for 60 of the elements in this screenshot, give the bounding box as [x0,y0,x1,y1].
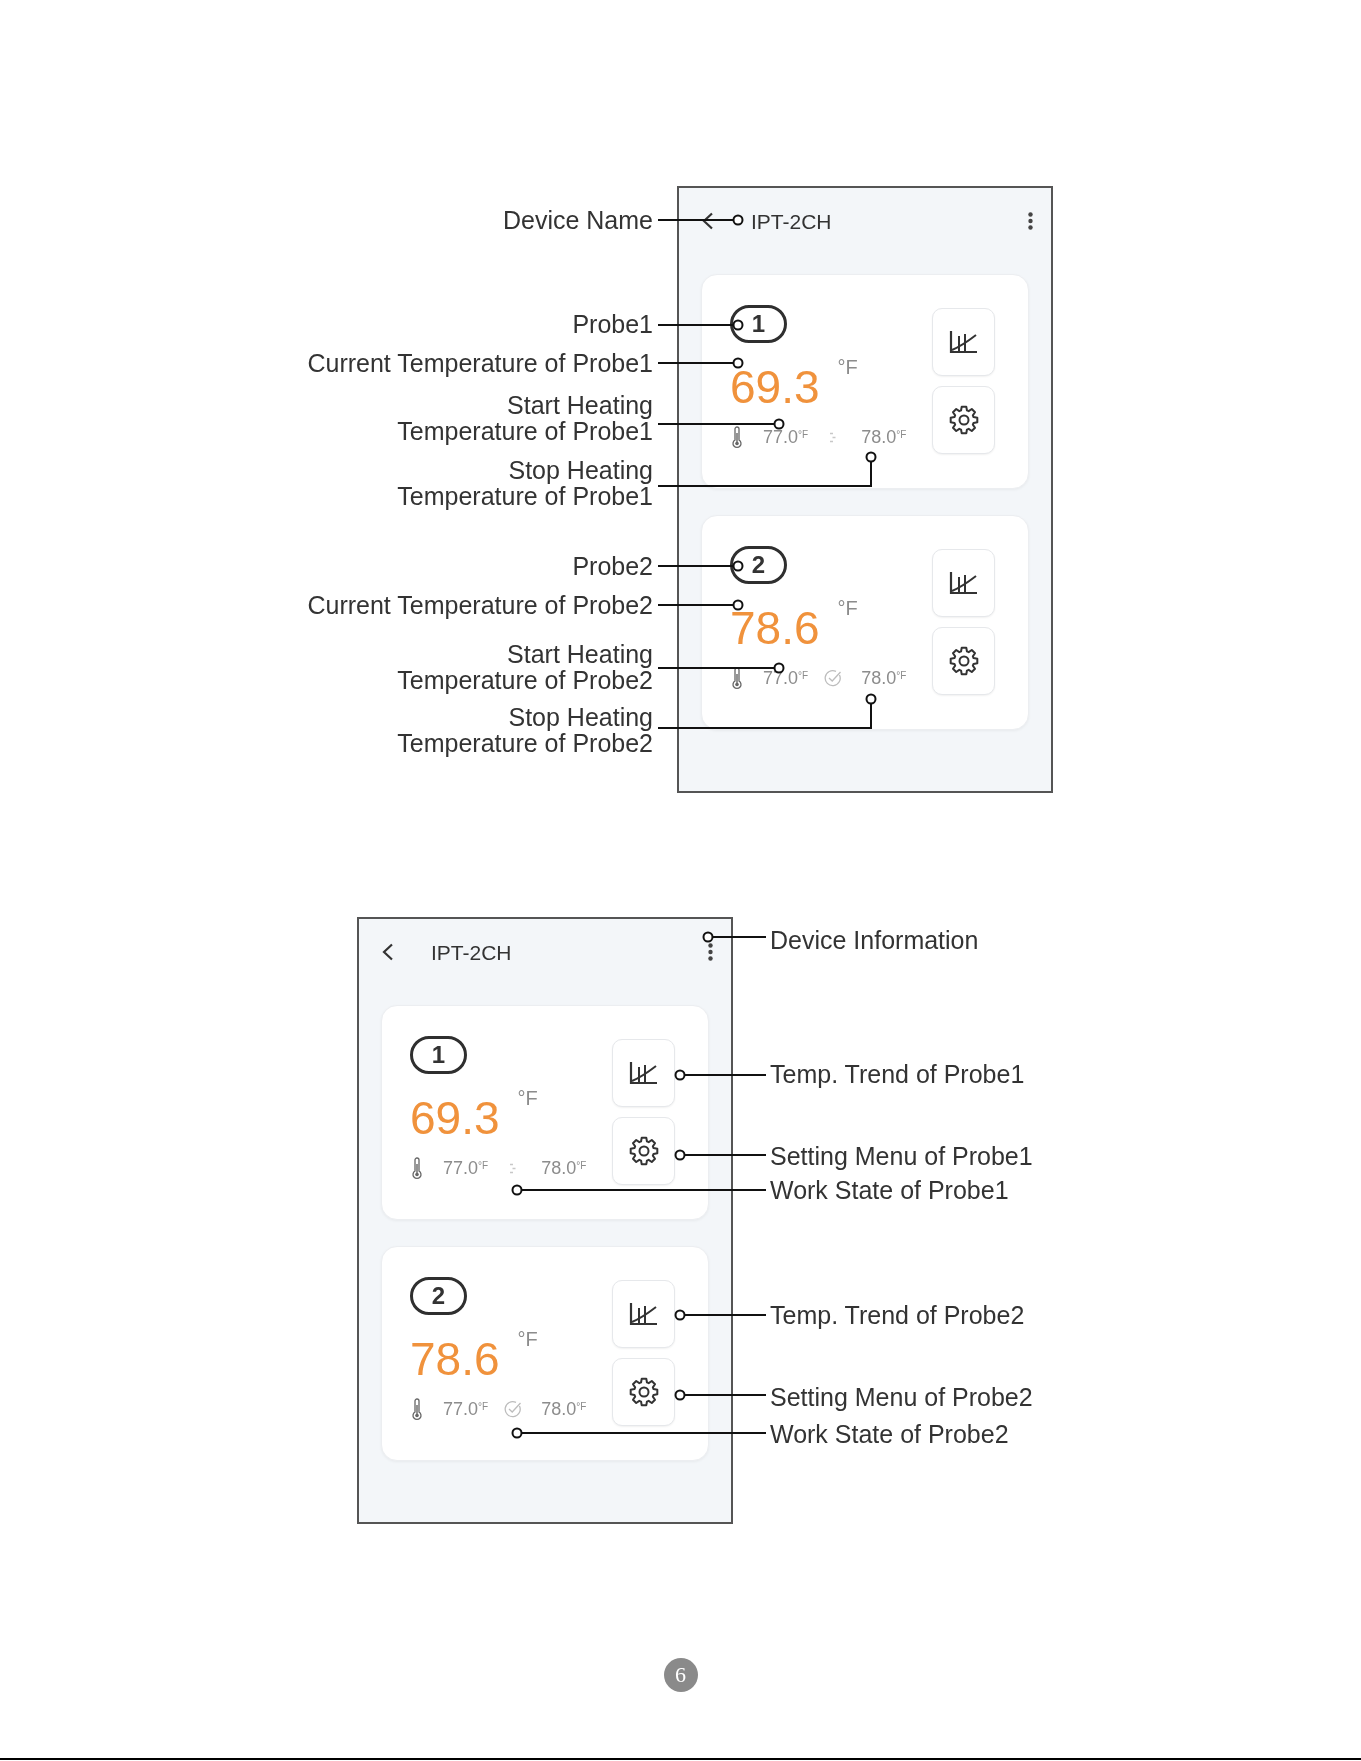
stop-temperature: 78.0$^{°F}$ [541,1159,587,1177]
menu-icon[interactable] [1028,212,1033,230]
callout-label: Temp. Trend of Probe1 [770,1061,1025,1087]
callout-label: Stop Heating Temperature of Probe1 [397,457,653,509]
temperature-reading: 78.6 [410,1336,500,1382]
chart-button[interactable] [932,308,995,376]
callout-label: Stop Heating Temperature of Probe2 [397,704,653,756]
callout-label: Current Temperature of Probe2 [307,592,653,618]
stop-temperature: 78.0$^{°F}$ [541,1400,587,1418]
chart-icon [949,330,978,354]
chevron-left-icon[interactable] [381,943,394,961]
temperature-reading: 78.6 [730,605,820,651]
callout-label: Work State of Probe2 [770,1421,1009,1447]
probe-badge: 2 [410,1277,467,1315]
start-temperature: 77.0$^{°F}$ [443,1400,489,1418]
start-temperature: 77.0$^{°F}$ [763,428,809,446]
callout-label: Setting Menu of Probe1 [770,1143,1033,1169]
callout-label: Device Information [770,927,979,953]
settings-button[interactable] [612,1117,675,1185]
chart-button[interactable] [612,1280,675,1348]
callout-label: Device Name [502,207,653,233]
settings-button[interactable] [932,386,995,454]
chart-button[interactable] [612,1039,675,1107]
chart-button[interactable] [932,549,995,617]
settings-icon [948,405,979,435]
thermometer-icon [731,425,743,449]
stop-temperature: 78.0$^{°F}$ [861,669,907,687]
settings-button[interactable] [612,1358,675,1426]
page-number: 6 [663,1658,698,1692]
stop-temperature: 78.0$^{°F}$ [861,428,907,446]
settings-icon [628,1136,659,1166]
settings-icon [948,646,979,676]
callout-label: Probe1 [572,311,653,337]
menu-icon[interactable] [708,943,713,961]
chart-icon [629,1061,658,1085]
temperature-reading: 69.3 [730,364,820,410]
unit-label: °F [517,1088,538,1108]
chart-icon [629,1302,658,1326]
callout-label: Current Temperature of Probe1 [307,350,653,376]
callout-label: Start Heating Temperature of Probe1 [397,392,653,444]
unit-label: °F [837,598,858,618]
chart-icon [949,571,978,595]
callout-label: Work State of Probe1 [770,1177,1009,1203]
screen-title: IPT-2CH [431,941,512,963]
callout-label: Setting Menu of Probe2 [770,1384,1033,1410]
callout-label: Start Heating Temperature of Probe2 [397,641,653,693]
probe-badge: 1 [410,1036,467,1074]
callout-label: Temp. Trend of Probe2 [770,1302,1025,1328]
unit-label: °F [837,357,858,377]
thermometer-icon [411,1397,423,1421]
settings-button[interactable] [932,627,995,695]
chevron-left-icon[interactable] [701,212,714,230]
temperature-reading: 69.3 [410,1095,500,1141]
start-temperature: 77.0$^{°F}$ [443,1159,489,1177]
thermometer-icon [411,1156,423,1180]
settings-icon [628,1377,659,1407]
screen-title: IPT-2CH [751,210,832,232]
thermometer-icon [731,666,743,690]
unit-label: °F [517,1329,538,1349]
callout-label: Probe2 [572,553,653,579]
